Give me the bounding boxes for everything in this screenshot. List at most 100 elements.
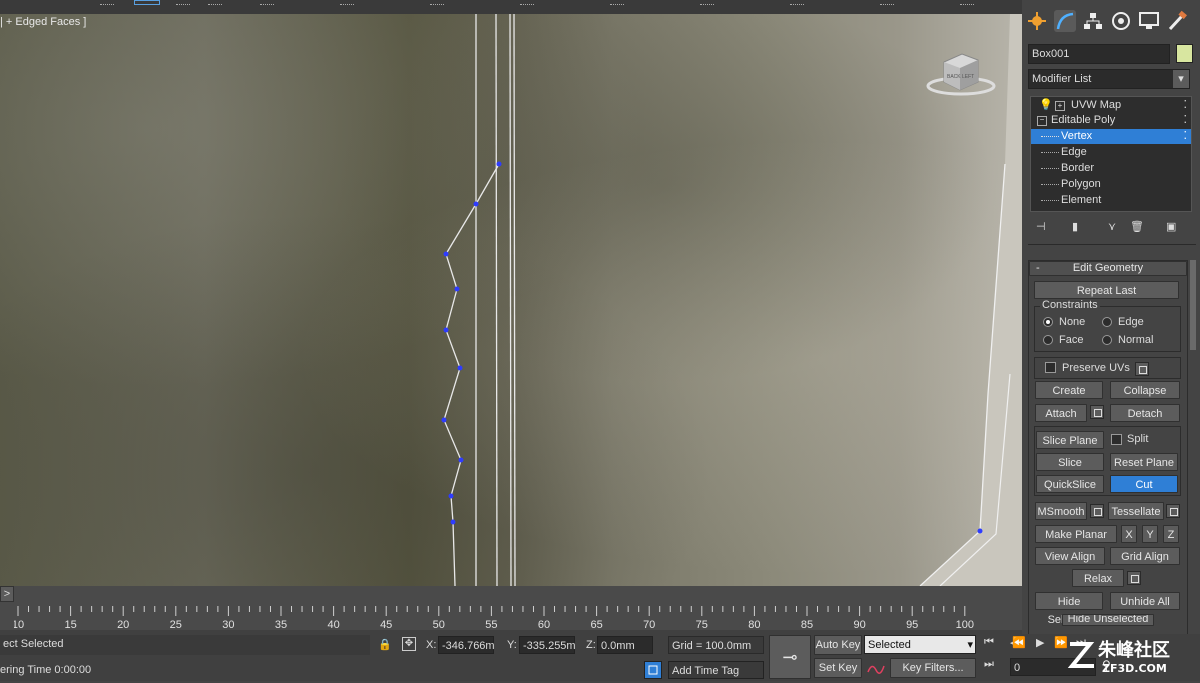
object-name-field[interactable]: Box001 bbox=[1028, 44, 1170, 64]
quickslice-button[interactable]: QuickSlice bbox=[1036, 475, 1104, 493]
key-filters-button[interactable]: Key Filters... bbox=[890, 658, 976, 678]
stack-item-edge[interactable]: Edge bbox=[1031, 145, 1191, 160]
lightbulb-icon[interactable]: 💡 bbox=[1039, 98, 1053, 113]
toolbar-fragment[interactable] bbox=[960, 0, 974, 5]
hierarchy-icon[interactable] bbox=[1082, 10, 1104, 32]
set-key-button[interactable]: Set Key bbox=[814, 658, 862, 678]
lock-icon[interactable]: 🔒 bbox=[378, 638, 392, 651]
make-planar-button[interactable]: Make Planar bbox=[1035, 525, 1117, 543]
constraints-group bbox=[1034, 306, 1181, 352]
perspective-viewport[interactable]: | + Edged Faces ] BACK LEFT bbox=[0, 14, 1022, 586]
stack-item-editable-poly[interactable]: − Editable Poly ⁚ bbox=[1031, 113, 1191, 128]
add-time-tag[interactable]: Add Time Tag bbox=[668, 661, 764, 679]
tessellate-button[interactable]: Tessellate bbox=[1108, 502, 1164, 520]
stack-item-element[interactable]: Element bbox=[1031, 193, 1191, 208]
curve-editor-icon[interactable] bbox=[866, 660, 886, 678]
play-icon[interactable]: ▶ bbox=[1036, 636, 1044, 649]
collapse-icon[interactable]: − bbox=[1037, 116, 1047, 126]
view-align-button[interactable]: View Align bbox=[1035, 547, 1105, 565]
toolbar-fragment[interactable] bbox=[430, 0, 444, 5]
y-coordinate-field[interactable]: -335.255m bbox=[519, 636, 576, 654]
make-unique-icon[interactable]: ⋎ bbox=[1108, 220, 1116, 233]
modify-icon[interactable] bbox=[1054, 10, 1076, 32]
relax-button[interactable]: Relax bbox=[1072, 569, 1124, 587]
create-button[interactable]: Create bbox=[1035, 381, 1103, 399]
create-icon[interactable] bbox=[1026, 10, 1048, 32]
x-coordinate-field[interactable]: -346.766m bbox=[438, 636, 495, 654]
pin-stack-icon[interactable]: ⊣ bbox=[1036, 220, 1046, 233]
stack-item-uvw-map[interactable]: 💡 + UVW Map ⁚ bbox=[1031, 98, 1191, 113]
constraint-edge-radio[interactable] bbox=[1102, 317, 1112, 327]
chevron-down-icon[interactable]: ▾ bbox=[1173, 70, 1189, 88]
toolbar-fragment-selected[interactable] bbox=[134, 0, 160, 5]
hide-selected-button[interactable]: Hide Selected bbox=[1035, 592, 1103, 626]
previous-frame-icon[interactable]: ⏪ bbox=[1012, 636, 1026, 649]
utilities-icon[interactable] bbox=[1166, 10, 1188, 32]
viewcube-icon[interactable]: BACK LEFT bbox=[926, 48, 996, 98]
expand-icon[interactable]: + bbox=[1055, 101, 1065, 111]
hide-unselected-button[interactable]: Hide Unselected bbox=[1062, 614, 1154, 626]
attach-button[interactable]: Attach bbox=[1035, 404, 1087, 422]
detach-button[interactable]: Detach bbox=[1110, 404, 1180, 422]
toolbar-fragment[interactable] bbox=[208, 0, 222, 5]
toolbar-fragment[interactable] bbox=[260, 0, 274, 5]
constraint-none-label: None bbox=[1059, 316, 1086, 328]
toolbar-fragment[interactable] bbox=[100, 0, 114, 5]
toolbar-fragment[interactable] bbox=[880, 0, 894, 5]
repeat-last-button[interactable]: Repeat Last bbox=[1034, 281, 1179, 299]
absolute-mode-icon[interactable]: ✥ bbox=[402, 637, 416, 651]
z-coordinate-field[interactable]: 0.0mm bbox=[597, 636, 653, 654]
toolbar-fragment[interactable] bbox=[340, 0, 354, 5]
grid-align-button[interactable]: Grid Align bbox=[1110, 547, 1180, 565]
split-checkbox[interactable] bbox=[1111, 434, 1122, 445]
key-mode-dropdown[interactable]: Selected ▾ bbox=[864, 635, 976, 654]
constraint-normal-radio[interactable] bbox=[1102, 335, 1112, 345]
mesh-wireframe[interactable] bbox=[0, 14, 1022, 586]
toolbar-fragment[interactable] bbox=[610, 0, 624, 5]
preserve-uvs-checkbox[interactable] bbox=[1045, 362, 1056, 373]
key-mode-toggle-icon[interactable]: ⏭ bbox=[984, 658, 994, 671]
stack-item-polygon[interactable]: Polygon bbox=[1031, 177, 1191, 192]
constraint-face-radio[interactable] bbox=[1043, 335, 1053, 345]
motion-icon[interactable] bbox=[1110, 10, 1132, 32]
msmooth-button[interactable]: MSmooth bbox=[1035, 502, 1087, 520]
stack-item-vertex[interactable]: Vertex ⁚ bbox=[1031, 129, 1191, 144]
make-planar-z-button[interactable]: Z bbox=[1163, 525, 1179, 543]
toolbar-fragment[interactable] bbox=[520, 0, 534, 5]
make-planar-y-button[interactable]: Y bbox=[1142, 525, 1158, 543]
attach-list-icon[interactable] bbox=[1090, 405, 1104, 419]
timeline-expand-button[interactable]: > bbox=[0, 586, 14, 602]
unhide-all-button[interactable]: Unhide All bbox=[1110, 592, 1180, 610]
cut-button[interactable]: Cut bbox=[1110, 475, 1178, 493]
display-icon[interactable] bbox=[1138, 10, 1160, 32]
auto-key-button[interactable]: Auto Key bbox=[814, 635, 862, 655]
msmooth-settings-icon[interactable] bbox=[1090, 504, 1104, 518]
time-tag-icon[interactable] bbox=[644, 661, 662, 679]
modifier-stack[interactable]: 💡 + UVW Map ⁚ − Editable Poly ⁚ Vertex ⁚… bbox=[1030, 96, 1192, 212]
slice-plane-button[interactable]: Slice Plane bbox=[1036, 431, 1104, 449]
preserve-uvs-settings-icon[interactable] bbox=[1135, 362, 1149, 376]
toolbar-fragment[interactable] bbox=[176, 0, 190, 5]
tessellate-settings-icon[interactable] bbox=[1166, 504, 1180, 518]
object-color-swatch[interactable] bbox=[1176, 44, 1193, 63]
toolbar-fragment[interactable] bbox=[700, 0, 714, 5]
show-end-result-icon[interactable]: ▮ bbox=[1072, 220, 1078, 233]
remove-modifier-icon[interactable]: 🗑 bbox=[1130, 220, 1144, 233]
ruler-tick-label: 15 bbox=[64, 619, 76, 630]
stack-item-border[interactable]: Border bbox=[1031, 161, 1191, 176]
panel-scrollbar[interactable] bbox=[1190, 260, 1196, 350]
time-ruler[interactable]: 10 15 20 25 30 35 40 45 50 55 60 65 70 75 80 85 90 95 100 bbox=[14, 600, 1022, 630]
constraint-none-radio[interactable] bbox=[1043, 317, 1053, 327]
toolbar-fragment[interactable] bbox=[790, 0, 804, 5]
set-key-icon[interactable]: ⊸ bbox=[769, 635, 811, 679]
collapse-button[interactable]: Collapse bbox=[1110, 381, 1180, 399]
relax-settings-icon[interactable] bbox=[1127, 571, 1141, 585]
make-planar-x-button[interactable]: X bbox=[1121, 525, 1137, 543]
reset-plane-button[interactable]: Reset Plane bbox=[1110, 453, 1178, 471]
slice-button[interactable]: Slice bbox=[1036, 453, 1104, 471]
modifier-list-dropdown[interactable]: Modifier List ▾ bbox=[1028, 69, 1190, 89]
go-to-start-icon[interactable]: ⏮ bbox=[984, 636, 994, 649]
configure-modifier-sets-icon[interactable]: ▣ bbox=[1166, 220, 1176, 233]
rollout-header[interactable]: - Edit Geometry bbox=[1029, 261, 1187, 276]
stack-label: Polygon bbox=[1061, 178, 1101, 190]
